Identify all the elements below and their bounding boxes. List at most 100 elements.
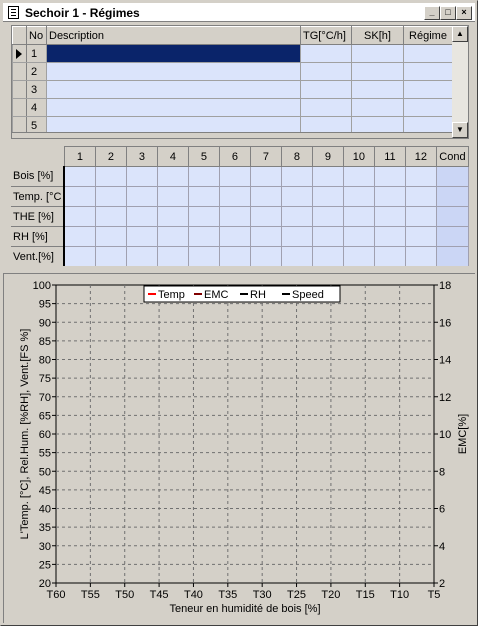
step-cell[interactable] <box>249 246 282 266</box>
step-cell[interactable] <box>94 246 127 266</box>
step-cell[interactable] <box>311 206 344 227</box>
header-tg[interactable]: TG[°C/h] <box>300 26 352 45</box>
step-cell[interactable] <box>280 186 313 207</box>
header-step-11[interactable]: 11 <box>373 146 406 167</box>
description-cell[interactable] <box>46 98 301 117</box>
step-cell[interactable] <box>218 186 251 207</box>
regime-cell[interactable] <box>403 44 453 63</box>
header-step-9[interactable]: 9 <box>311 146 344 167</box>
tg-cell[interactable] <box>300 44 352 63</box>
step-cell[interactable] <box>280 206 313 227</box>
step-cell[interactable] <box>125 166 158 187</box>
sk-cell[interactable] <box>351 62 404 81</box>
header-step-5[interactable]: 5 <box>187 146 220 167</box>
header-step-4[interactable]: 4 <box>156 146 189 167</box>
step-cell[interactable] <box>187 226 220 247</box>
step-cell[interactable] <box>342 186 375 207</box>
step-cell[interactable] <box>63 166 96 187</box>
table-row[interactable]: 3 <box>12 80 453 99</box>
step-cell[interactable] <box>342 246 375 266</box>
step-cell[interactable] <box>94 166 127 187</box>
step-cell[interactable] <box>249 166 282 187</box>
step-cell[interactable] <box>218 206 251 227</box>
tg-cell[interactable] <box>300 80 352 99</box>
header-step-1[interactable]: 1 <box>63 146 96 167</box>
sk-cell[interactable] <box>351 44 404 63</box>
tg-cell[interactable] <box>300 62 352 81</box>
step-cell[interactable] <box>249 186 282 207</box>
step-cell[interactable] <box>373 166 406 187</box>
close-button[interactable]: × <box>456 6 472 20</box>
step-cell[interactable] <box>187 166 220 187</box>
step-cell[interactable] <box>156 186 189 207</box>
step-cell[interactable] <box>125 226 158 247</box>
cond-cell[interactable] <box>435 246 469 266</box>
step-cell[interactable] <box>94 186 127 207</box>
step-cell[interactable] <box>342 206 375 227</box>
step-cell[interactable] <box>218 226 251 247</box>
step-cell[interactable] <box>63 226 96 247</box>
header-step-10[interactable]: 10 <box>342 146 375 167</box>
tg-cell[interactable] <box>300 98 352 117</box>
regime-cell[interactable] <box>403 80 453 99</box>
step-cell[interactable] <box>156 206 189 227</box>
step-cell[interactable] <box>156 246 189 266</box>
header-step-3[interactable]: 3 <box>125 146 158 167</box>
scroll-up-button[interactable]: ▲ <box>452 26 468 42</box>
table-row[interactable]: 2 <box>12 62 453 81</box>
regime-cell[interactable] <box>403 98 453 117</box>
step-cell[interactable] <box>404 246 437 266</box>
step-cell[interactable] <box>125 246 158 266</box>
cond-cell[interactable] <box>435 186 469 207</box>
cond-cell[interactable] <box>435 226 469 247</box>
step-cell[interactable] <box>373 186 406 207</box>
step-cell[interactable] <box>125 206 158 227</box>
sk-cell[interactable] <box>351 98 404 117</box>
step-cell[interactable] <box>63 186 96 207</box>
header-step-2[interactable]: 2 <box>94 146 127 167</box>
step-cell[interactable] <box>373 246 406 266</box>
header-description[interactable]: Description <box>46 26 301 45</box>
step-cell[interactable] <box>94 226 127 247</box>
regimes-vertical-scrollbar[interactable]: ▲ ▼ <box>452 26 468 138</box>
header-step-7[interactable]: 7 <box>249 146 282 167</box>
cond-cell[interactable] <box>435 166 469 187</box>
description-cell[interactable] <box>46 62 301 81</box>
step-cell[interactable] <box>280 166 313 187</box>
step-cell[interactable] <box>218 246 251 266</box>
step-cell[interactable] <box>404 206 437 227</box>
step-cell[interactable] <box>187 186 220 207</box>
header-step-6[interactable]: 6 <box>218 146 251 167</box>
step-cell[interactable] <box>373 226 406 247</box>
step-cell[interactable] <box>249 226 282 247</box>
step-cell[interactable] <box>404 226 437 247</box>
maximize-button[interactable]: □ <box>440 6 456 20</box>
regime-cell[interactable] <box>403 62 453 81</box>
step-cell[interactable] <box>156 166 189 187</box>
header-step-8[interactable]: 8 <box>280 146 313 167</box>
step-cell[interactable] <box>311 246 344 266</box>
table-row[interactable]: 4 <box>12 98 453 117</box>
step-cell[interactable] <box>311 186 344 207</box>
step-cell[interactable] <box>63 206 96 227</box>
step-cell[interactable] <box>156 226 189 247</box>
header-sk[interactable]: SK[h] <box>351 26 404 45</box>
header-step-12[interactable]: 12 <box>404 146 437 167</box>
title-bar[interactable]: Sechoir 1 - Régimes _ □ × <box>3 3 475 22</box>
step-cell[interactable] <box>249 206 282 227</box>
table-row[interactable]: 1 <box>12 44 453 63</box>
header-no[interactable]: No <box>26 26 47 45</box>
step-cell[interactable] <box>342 166 375 187</box>
step-cell[interactable] <box>94 206 127 227</box>
step-cell[interactable] <box>280 246 313 266</box>
minimize-button[interactable]: _ <box>424 6 440 20</box>
step-cell[interactable] <box>187 246 220 266</box>
header-cond[interactable]: Cond <box>435 146 469 167</box>
step-cell[interactable] <box>311 226 344 247</box>
description-cell[interactable] <box>46 80 301 99</box>
step-cell[interactable] <box>404 166 437 187</box>
step-cell[interactable] <box>404 186 437 207</box>
step-cell[interactable] <box>342 226 375 247</box>
step-cell[interactable] <box>187 206 220 227</box>
step-cell[interactable] <box>218 166 251 187</box>
